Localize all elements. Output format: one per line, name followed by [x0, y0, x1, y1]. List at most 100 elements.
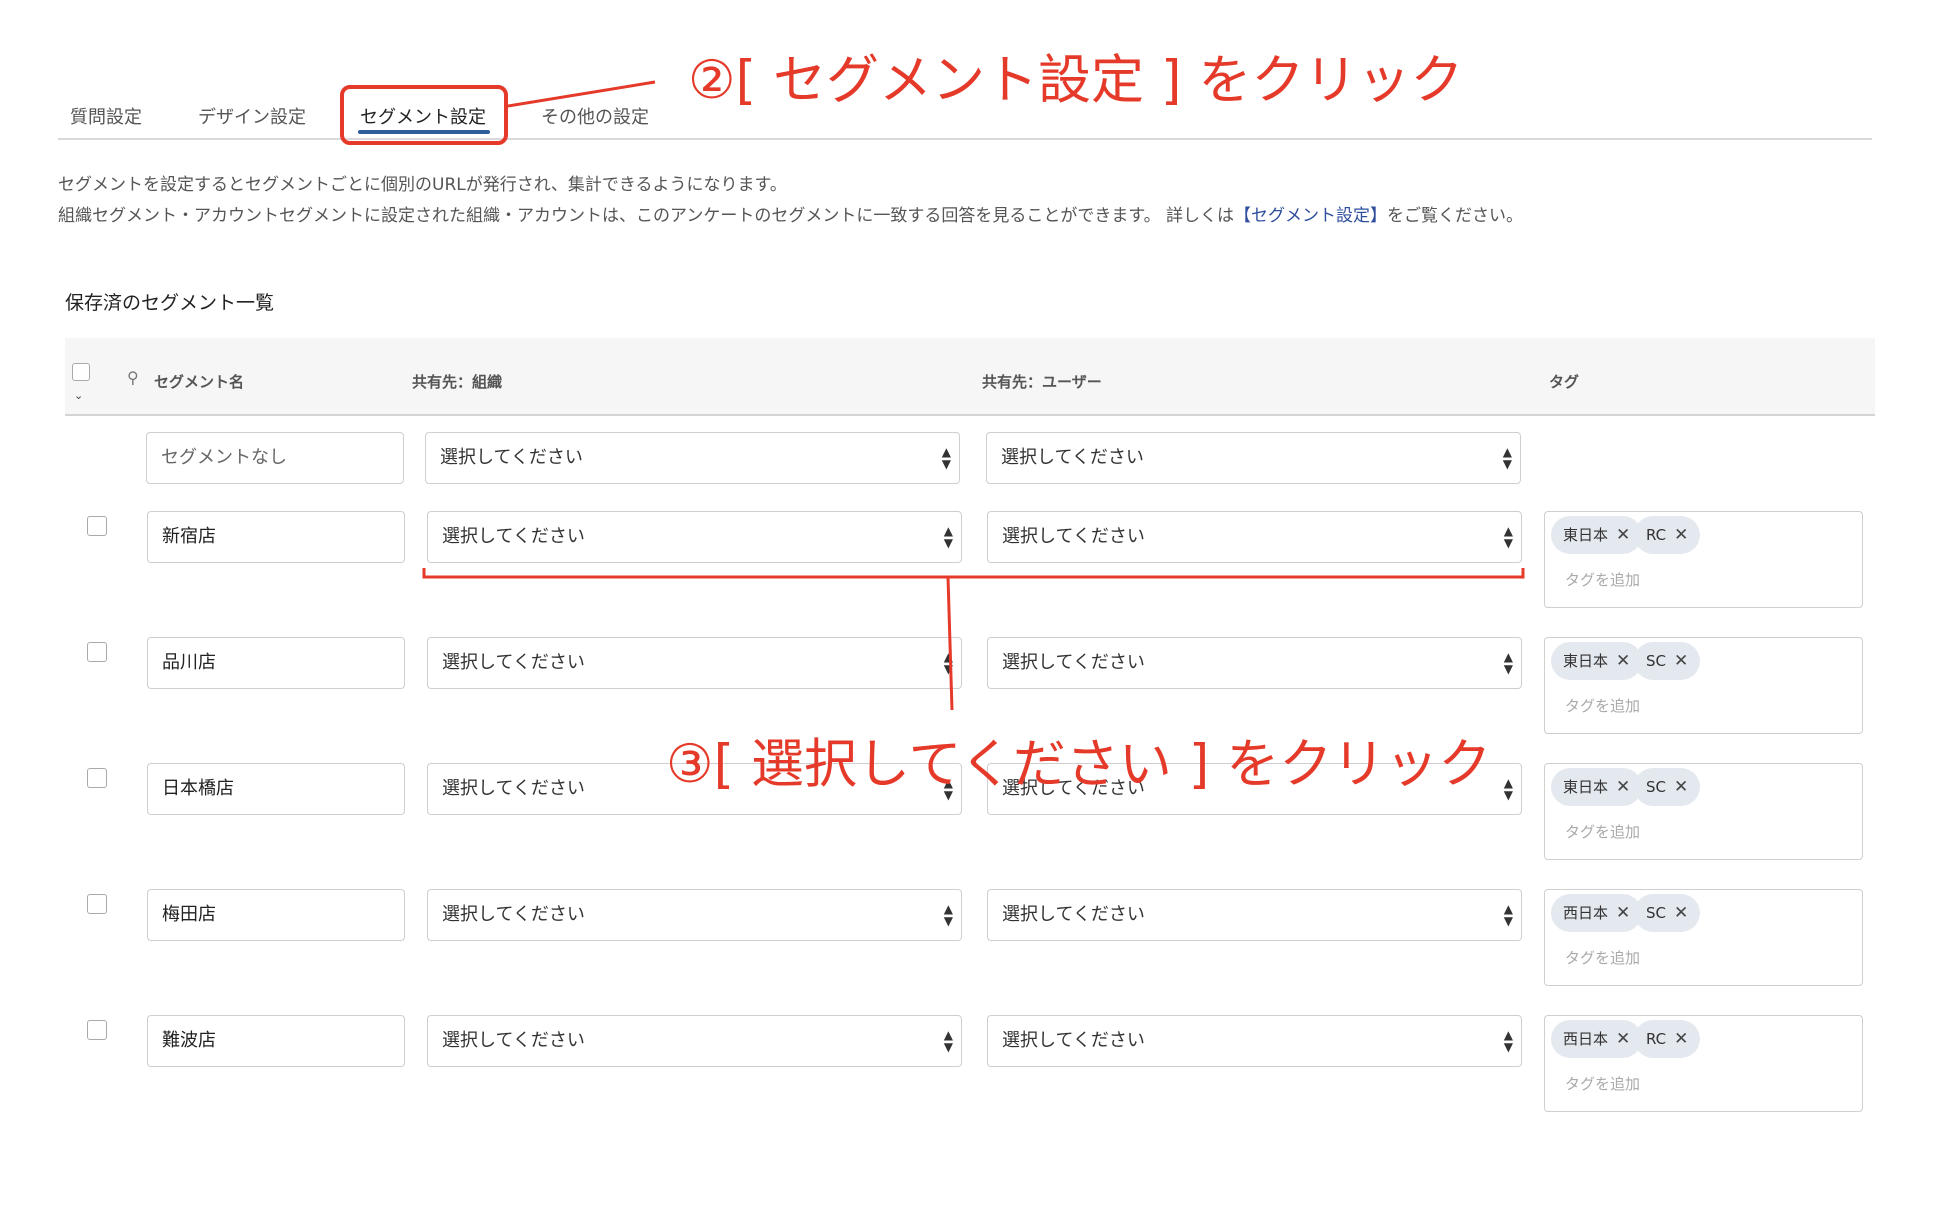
user-select[interactable]: 選択してください ▲ ▼: [987, 511, 1522, 563]
tag-add-placeholder: タグを追加: [1565, 697, 1641, 715]
org-select-value: 選択してください: [440, 447, 583, 468]
tag-chip: RC ✕: [1634, 1020, 1701, 1058]
segment-name-input[interactable]: 品川店: [147, 637, 405, 689]
select-arrows-icon: ▲ ▼: [943, 902, 953, 928]
tag-chip: SC ✕: [1634, 894, 1701, 932]
close-icon[interactable]: ✕: [1616, 1029, 1630, 1049]
row-checkbox[interactable]: [87, 768, 107, 788]
segment-settings-help-link[interactable]: 【セグメント設定】: [1234, 206, 1387, 226]
tag-label: 東日本: [1563, 652, 1609, 670]
table-header: ⌄ ⚲ セグメント名 共有先：組織 共有先：ユーザー タグ: [65, 338, 1875, 416]
header-share-org: 共有先：組織: [412, 373, 503, 391]
user-select-value: 選択してください: [1001, 447, 1144, 468]
select-arrows-icon: ▲ ▼: [943, 650, 953, 676]
user-select[interactable]: 選択してください ▲ ▼: [987, 637, 1522, 689]
tag-label: 東日本: [1563, 526, 1609, 544]
description-line-2: 組織セグメント・アカウントセグメントに設定された組織・アカウントは、このアンケー…: [58, 201, 1523, 226]
close-icon[interactable]: ✕: [1616, 651, 1630, 671]
org-select[interactable]: 選択してください ▲ ▼: [427, 511, 962, 563]
segment-name-input[interactable]: 新宿店: [147, 511, 405, 563]
tag-chip: SC ✕: [1634, 768, 1701, 806]
row-checkbox[interactable]: [87, 516, 107, 536]
tag-chip: 西日本 ✕: [1551, 1020, 1643, 1058]
annotation-step2: ②[ セグメント設定 ] をクリック: [688, 50, 1464, 111]
select-arrows-icon: ▲ ▼: [1503, 524, 1513, 550]
annotation-bracket-step3: [422, 568, 1525, 579]
user-select-value: 選択してください: [1002, 526, 1145, 547]
org-select[interactable]: 選択してください ▲ ▼: [427, 637, 962, 689]
tag-input[interactable]: 東日本 ✕ SC ✕ タグを追加: [1544, 637, 1863, 734]
tag-add-placeholder: タグを追加: [1565, 571, 1641, 589]
select-arrows-icon: ▲ ▼: [1503, 902, 1513, 928]
org-select-value: 選択してください: [442, 904, 585, 925]
user-select[interactable]: 選択してください ▲ ▼: [986, 432, 1521, 484]
user-select-value: 選択してください: [1002, 904, 1145, 925]
tag-input[interactable]: 西日本 ✕ SC ✕ タグを追加: [1544, 889, 1863, 986]
org-select[interactable]: 選択してください ▲ ▼: [427, 1015, 962, 1067]
header-tags: タグ: [1549, 373, 1580, 391]
row-checkbox[interactable]: [87, 642, 107, 662]
select-arrows-icon: ▲ ▼: [1503, 776, 1513, 802]
user-select-value: 選択してください: [1002, 1030, 1145, 1051]
tag-label: RC: [1646, 526, 1667, 544]
user-select[interactable]: 選択してください ▲ ▼: [987, 889, 1522, 941]
tab-question-settings[interactable]: 質問設定: [70, 103, 142, 129]
row-checkbox[interactable]: [87, 1020, 107, 1040]
row-checkbox[interactable]: [87, 894, 107, 914]
user-select-value: 選択してください: [1002, 652, 1145, 673]
tab-design-settings[interactable]: デザイン設定: [198, 103, 306, 129]
close-icon[interactable]: ✕: [1616, 525, 1630, 545]
segment-name-input[interactable]: 梅田店: [147, 889, 405, 941]
select-arrows-icon: ▲ ▼: [943, 524, 953, 550]
tag-chip: SC ✕: [1634, 642, 1701, 680]
tag-chip: RC ✕: [1634, 516, 1701, 554]
annotation-highlight-tab: [340, 85, 508, 145]
close-icon[interactable]: ✕: [1674, 525, 1688, 545]
segment-name-input[interactable]: 日本橋店: [147, 763, 405, 815]
select-arrows-icon: ▲ ▼: [1502, 445, 1512, 471]
tag-label: SC: [1646, 652, 1666, 670]
tag-add-placeholder: タグを追加: [1565, 823, 1641, 841]
segment-name-input[interactable]: 難波店: [147, 1015, 405, 1067]
tag-label: 西日本: [1563, 1030, 1609, 1048]
segment-name-input[interactable]: セグメントなし: [146, 432, 404, 484]
tag-add-placeholder: タグを追加: [1565, 1075, 1641, 1093]
tag-chip: 東日本 ✕: [1551, 768, 1643, 806]
tag-label: 西日本: [1563, 904, 1609, 922]
description-line-1: セグメントを設定するとセグメントごとに個別のURLが発行され、集計できるようにな…: [58, 175, 787, 195]
org-select-value: 選択してください: [442, 652, 585, 673]
header-share-user: 共有先：ユーザー: [982, 373, 1102, 391]
close-icon[interactable]: ✕: [1616, 777, 1630, 797]
search-icon[interactable]: ⚲: [127, 368, 139, 387]
select-arrows-icon: ▲ ▼: [1503, 650, 1513, 676]
tag-add-placeholder: タグを追加: [1565, 949, 1641, 967]
tag-input[interactable]: 西日本 ✕ RC ✕ タグを追加: [1544, 1015, 1863, 1112]
tab-other-settings[interactable]: その他の設定: [541, 103, 649, 129]
org-select[interactable]: 選択してください ▲ ▼: [427, 889, 962, 941]
tag-chip: 東日本 ✕: [1551, 642, 1643, 680]
org-select-value: 選択してください: [442, 1030, 585, 1051]
chevron-down-icon[interactable]: ⌄: [74, 389, 83, 402]
select-all-checkbox[interactable]: [72, 363, 90, 381]
close-icon[interactable]: ✕: [1674, 903, 1688, 923]
select-arrows-icon: ▲ ▼: [943, 1028, 953, 1054]
description-text: 組織セグメント・アカウントセグメントに設定された組織・アカウントは、このアンケー…: [58, 206, 1235, 226]
close-icon[interactable]: ✕: [1674, 651, 1688, 671]
close-icon[interactable]: ✕: [1616, 903, 1630, 923]
tag-chip: 西日本 ✕: [1551, 894, 1643, 932]
tag-input[interactable]: 東日本 ✕ RC ✕ タグを追加: [1544, 511, 1863, 608]
select-arrows-icon: ▲ ▼: [1503, 1028, 1513, 1054]
org-select-value: 選択してください: [442, 526, 585, 547]
annotation-step3: ③[ 選択してください ] をクリック: [666, 734, 1492, 795]
close-icon[interactable]: ✕: [1674, 1029, 1688, 1049]
tag-label: RC: [1646, 1030, 1667, 1048]
org-select[interactable]: 選択してください ▲ ▼: [425, 432, 960, 484]
select-arrows-icon: ▲ ▼: [941, 445, 951, 471]
header-segment-name: セグメント名: [154, 373, 245, 391]
tag-input[interactable]: 東日本 ✕ SC ✕ タグを追加: [1544, 763, 1863, 860]
org-select-value: 選択してください: [442, 778, 585, 799]
close-icon[interactable]: ✕: [1674, 777, 1688, 797]
description-suffix: をご覧ください。: [1387, 206, 1524, 226]
tag-label: SC: [1646, 778, 1666, 796]
user-select[interactable]: 選択してください ▲ ▼: [987, 1015, 1522, 1067]
